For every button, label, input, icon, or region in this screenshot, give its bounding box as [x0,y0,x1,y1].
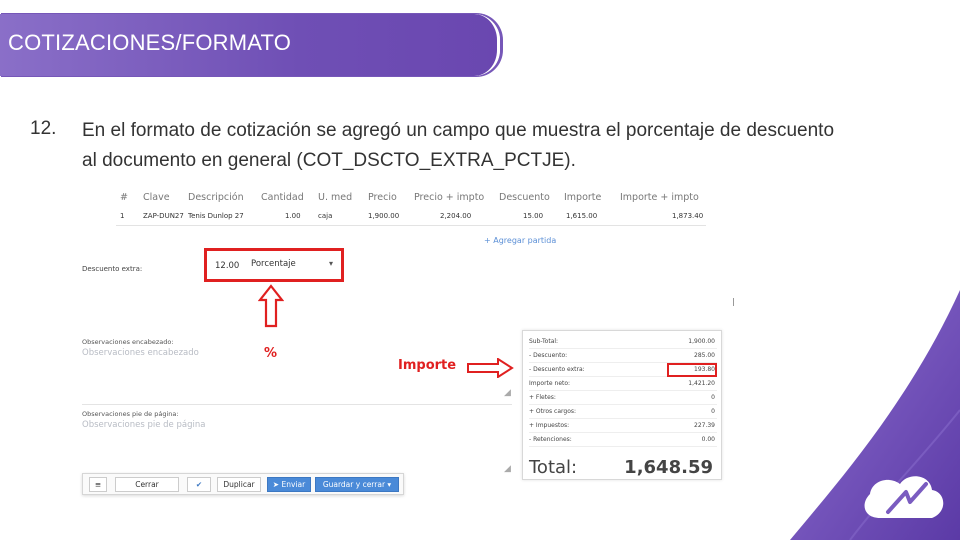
extra-discount-total-label: - Descuento extra: [529,366,585,373]
totals-row: - Retenciones: 0.00 [529,433,717,447]
menu-icon[interactable]: ≡ [89,477,107,492]
cell-clave: ZAP-DUN27 [143,212,184,220]
divider [733,298,734,306]
discount-value: 285.00 [694,352,715,359]
cell-umed: caja [318,212,333,220]
col-descripcion: Descripción [188,192,244,203]
totals-row: + Impuestos: 227.39 [529,419,717,433]
cell-descuento: 15.00 [523,212,544,220]
importe-annotation: Importe [398,358,457,373]
taxes-label: + Impuestos: [529,422,570,429]
bottom-toolbar: ≡ Cerrar ✔ Duplicar ➤ Enviar Guardar y c… [82,473,404,495]
table-header: # Clave Descripción Cantidad U. med Prec… [116,192,706,210]
check-icon[interactable]: ✔ [187,477,211,492]
quote-format-screenshot: # Clave Descripción Cantidad U. med Prec… [82,188,742,500]
extra-discount-label: Descuento extra: [82,265,143,273]
title-banner: COTIZACIONES/FORMATO [0,14,500,76]
cell-importe-impto: 1,873.40 [672,212,704,220]
totals-row: Sub-Total: 1,900.00 [529,335,717,349]
totals-row: - Descuento: 285.00 [529,349,717,363]
send-icon: ➤ [272,480,280,489]
chevron-down-icon[interactable]: ▾ [387,480,391,489]
table-row[interactable]: 1 ZAP-DUN27 Tenis Dunlop 27 1.00 caja 1,… [116,212,706,226]
send-button-label: Enviar [281,480,306,489]
cell-descripcion: Tenis Dunlop 27 [188,212,244,220]
bullet-text: En el formato de cotización se agregó un… [82,120,835,171]
extra-discount-highlight: 12.00 Porcentaje ▾ [204,248,344,282]
cell-num: 1 [120,212,125,220]
resize-handle-icon[interactable]: ◢ [504,388,511,398]
cell-cantidad: 1.00 [285,212,301,220]
col-clave: Clave [143,192,170,203]
totals-panel: Sub-Total: 1,900.00 - Descuento: 285.00 … [522,330,722,480]
header-notes-field[interactable]: Observaciones encabezado [82,348,199,358]
discount-label: - Descuento: [529,352,568,359]
footer-notes-label: Observaciones pie de página: [82,410,179,418]
save-close-button[interactable]: Guardar y cerrar ▾ [315,477,399,492]
page-title: COTIZACIONES/FORMATO [8,30,292,55]
up-arrow-icon [258,284,284,328]
col-importe-impto: Importe + impto [620,192,699,203]
divider [82,404,512,405]
col-precio: Precio [368,192,397,203]
subtotal-label: Sub-Total: [529,338,559,345]
net-amount-value: 1,421.20 [688,380,715,387]
cell-precio: 1,900.00 [368,212,400,220]
freight-value: 0 [711,394,715,401]
col-precio-impto: Precio + impto [414,192,485,203]
taxes-value: 227.39 [694,422,715,429]
cell-precio-impto: 2,204.00 [440,212,472,220]
percent-annotation: % [264,346,278,361]
brand-logo-icon [790,290,960,540]
withholdings-value: 0.00 [701,436,715,443]
chevron-down-icon[interactable]: ▾ [329,259,333,268]
add-item-link[interactable]: + Agregar partida [484,236,556,245]
total-value: 1,648.59 [624,457,713,478]
col-num: # [120,192,128,203]
send-button[interactable]: ➤ Enviar [267,477,311,492]
footer-notes-field[interactable]: Observaciones pie de página [82,420,205,430]
withholdings-label: - Retenciones: [529,436,572,443]
col-umed: U. med [318,192,353,203]
totals-row: + Otros cargos: 0 [529,405,717,419]
cell-importe: 1,615.00 [566,212,598,220]
net-amount-label: Importe neto: [529,380,571,387]
duplicate-button[interactable]: Duplicar [217,477,261,492]
totals-row: + Fletes: 0 [529,391,717,405]
col-importe: Importe [564,192,602,203]
other-charges-value: 0 [711,408,715,415]
totals-row: Importe neto: 1,421.20 [529,377,717,391]
col-cantidad: Cantidad [261,192,304,203]
subtotal-value: 1,900.00 [688,338,715,345]
extra-discount-type-select[interactable]: Porcentaje [251,259,296,269]
total-label: Total: [529,457,578,478]
col-descuento: Descuento [499,192,550,203]
header-notes-label: Observaciones encabezado: [82,338,174,346]
freight-label: + Fletes: [529,394,556,401]
right-arrow-icon [467,358,514,378]
close-button[interactable]: Cerrar [115,477,179,492]
resize-handle-icon[interactable]: ◢ [504,464,511,474]
extra-discount-value-highlight [667,363,717,377]
other-charges-label: + Otros cargos: [529,408,577,415]
extra-discount-input[interactable]: 12.00 [215,261,239,271]
save-close-label: Guardar y cerrar [322,480,386,489]
bullet-number: 12. [30,118,57,139]
